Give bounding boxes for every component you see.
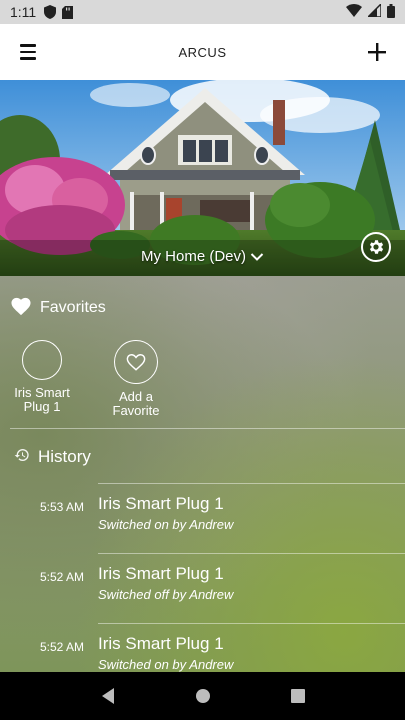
- history-item[interactable]: 5:53 AM Iris Smart Plug 1 Switched on by…: [14, 484, 405, 553]
- status-time: 1:11: [10, 4, 37, 20]
- favorites-header: Favorites: [0, 276, 405, 340]
- app-title: ARCUS: [178, 44, 227, 60]
- battery-icon: [387, 3, 395, 21]
- plus-icon[interactable]: [363, 38, 391, 66]
- house-photo: [0, 80, 405, 276]
- place-name: My Home (Dev): [140, 248, 246, 266]
- section-divider: [10, 428, 405, 429]
- gear-icon[interactable]: [361, 232, 391, 262]
- history-item[interactable]: 5:52 AM Iris Smart Plug 1 Switched on by…: [14, 624, 405, 672]
- history-label: History: [38, 447, 91, 466]
- history-header[interactable]: History: [0, 431, 405, 483]
- history-time: 5:53 AM: [39, 500, 84, 514]
- hamburger-menu-icon[interactable]: [16, 40, 40, 64]
- heart-icon: [10, 296, 32, 321]
- history-device: Iris Smart Plug 1: [98, 494, 224, 513]
- favorites-label: Favorites: [40, 299, 106, 316]
- dashboard: Favorites Iris Smart Plug 1 Add a Favori…: [0, 276, 405, 672]
- back-icon[interactable]: [96, 684, 120, 708]
- home-icon[interactable]: [191, 684, 215, 708]
- history-time: 5:52 AM: [39, 570, 84, 584]
- history-item[interactable]: 5:52 AM Iris Smart Plug 1 Switched off b…: [14, 554, 405, 623]
- history-event: Switched on by Andrew: [98, 517, 234, 532]
- favorite-label: Add a Favorite: [112, 389, 160, 418]
- recents-icon[interactable]: [286, 684, 310, 708]
- shield-icon: [44, 5, 57, 19]
- wifi-icon: [346, 4, 362, 20]
- system-nav-bar: [0, 672, 405, 720]
- history-device: Iris Smart Plug 1: [98, 634, 224, 653]
- history-clock-icon: [14, 447, 30, 468]
- smart-plug-icon: [22, 340, 62, 380]
- history-device: Iris Smart Plug 1: [98, 564, 224, 583]
- history-list: 5:53 AM Iris Smart Plug 1 Switched on by…: [0, 483, 405, 672]
- add-favorite-button[interactable]: Add a Favorite: [104, 340, 168, 428]
- status-bar: 1:11: [0, 0, 405, 24]
- history-event: Switched off by Andrew: [98, 587, 234, 602]
- history-event: Switched on by Andrew: [98, 657, 234, 672]
- place-hero-image: My Home (Dev): [0, 80, 405, 276]
- sd-card-icon: [62, 5, 74, 19]
- chevron-down-icon: [250, 249, 264, 266]
- heart-outline-icon: [114, 340, 158, 384]
- favorites-list: Iris Smart Plug 1 Add a Favorite: [0, 340, 405, 428]
- app-bar: ARCUS: [0, 24, 405, 80]
- signal-icon: [366, 2, 382, 20]
- favorite-label: Iris Smart Plug 1: [14, 385, 70, 414]
- history-time: 5:52 AM: [39, 640, 84, 654]
- place-selector[interactable]: My Home (Dev): [0, 248, 405, 266]
- favorite-iris-smart-plug-1[interactable]: Iris Smart Plug 1: [10, 340, 74, 428]
